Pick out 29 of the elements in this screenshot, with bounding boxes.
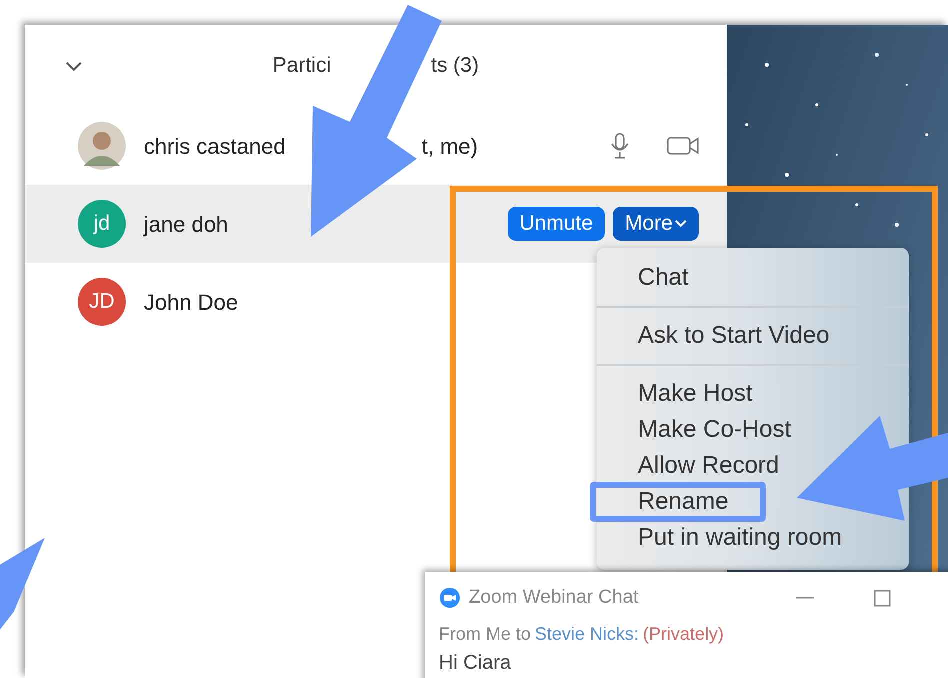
- menu-item[interactable]: Ask to Start Video: [638, 322, 830, 350]
- avatar: [78, 122, 126, 170]
- collapse-icon[interactable]: [65, 60, 83, 72]
- menu-item[interactable]: Put in waiting room: [638, 524, 842, 552]
- minimize-icon[interactable]: [796, 597, 814, 600]
- menu-item[interactable]: Rename: [590, 482, 766, 522]
- menu-item[interactable]: Allow Record: [638, 452, 780, 480]
- app-logo-icon: [439, 587, 461, 610]
- avatar: jd: [78, 200, 126, 248]
- panel-title: Partici: [272, 53, 332, 80]
- maximize-icon[interactable]: [874, 590, 891, 607]
- menu-item[interactable]: Make Host: [638, 380, 753, 408]
- avatar: JD: [78, 278, 126, 326]
- panel-title: ts (3): [431, 53, 480, 80]
- message-sender: From Me to: [439, 622, 532, 646]
- camera-icon[interactable]: [667, 135, 699, 157]
- menu-item[interactable]: Make Co-Host: [638, 416, 792, 444]
- window-title: Zoom Webinar Chat: [469, 586, 639, 610]
- unmute-button[interactable]: Unmute: [508, 206, 606, 242]
- caret-icon: [675, 220, 687, 228]
- dropdown-button[interactable]: More: [613, 206, 699, 242]
- participant-name: jane doh: [144, 210, 228, 239]
- privacy-label: (Privately): [643, 622, 724, 646]
- participant-name: t, me): [422, 132, 478, 160]
- menu-item[interactable]: Chat: [638, 264, 689, 292]
- message-text: Hi Ciara: [439, 650, 512, 676]
- participant-name: chris castaned: [144, 132, 286, 160]
- participant-name: John Doe: [144, 288, 238, 316]
- microphone-icon[interactable]: [609, 132, 631, 160]
